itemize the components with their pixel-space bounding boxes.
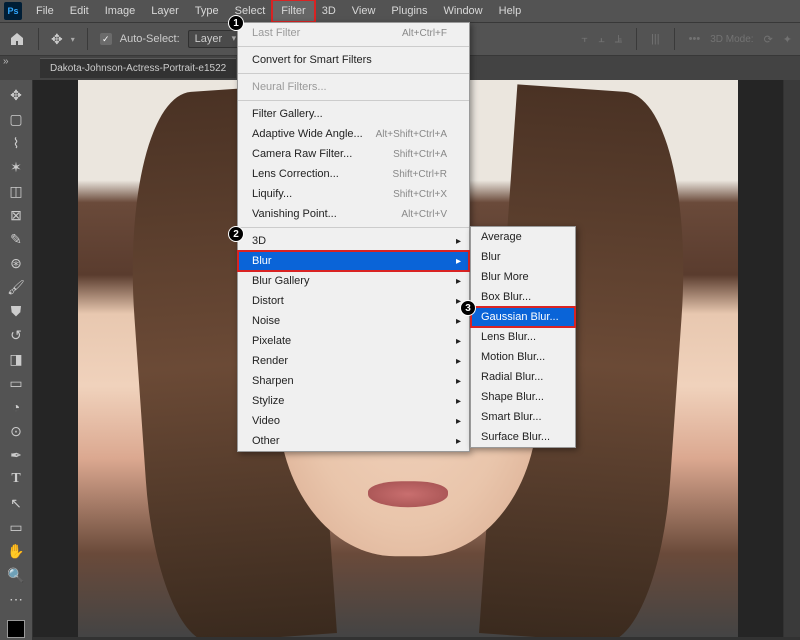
mi-noise[interactable]: Noise bbox=[238, 311, 469, 331]
separator bbox=[636, 28, 637, 50]
menu-window[interactable]: Window bbox=[436, 1, 491, 21]
path-tool[interactable]: ↖ bbox=[3, 492, 29, 514]
mi-camera-raw[interactable]: Camera Raw Filter...Shift+Ctrl+A bbox=[238, 144, 469, 164]
align-icon[interactable]: ⫡ bbox=[615, 33, 622, 46]
menu-image[interactable]: Image bbox=[97, 1, 144, 21]
orbit-icon[interactable]: ⟳ bbox=[764, 33, 773, 46]
mi-render[interactable]: Render bbox=[238, 351, 469, 371]
image-content bbox=[368, 481, 448, 507]
mi-blur-more[interactable]: Blur More bbox=[471, 267, 575, 287]
mi-sharpen[interactable]: Sharpen bbox=[238, 371, 469, 391]
align-icon[interactable]: ⫠ bbox=[598, 33, 605, 46]
mi-shape-blur[interactable]: Shape Blur... bbox=[471, 387, 575, 407]
mi-neural[interactable]: Neural Filters... bbox=[238, 77, 469, 97]
separator bbox=[87, 28, 88, 50]
mi-lens[interactable]: Lens Correction...Shift+Ctrl+R bbox=[238, 164, 469, 184]
menu-view[interactable]: View bbox=[344, 1, 384, 21]
document-tab[interactable]: Dakota-Johnson-Actress-Portrait-e1522 bbox=[40, 58, 236, 78]
mode-label: 3D Mode: bbox=[710, 34, 753, 45]
mi-adaptive[interactable]: Adaptive Wide Angle...Alt+Shift+Ctrl+A bbox=[238, 124, 469, 144]
mi-blur[interactable]: Blur bbox=[238, 251, 469, 271]
annotation-badge-2: 2 bbox=[228, 226, 244, 242]
annotation-badge-1: 1 bbox=[228, 15, 244, 31]
mi-radial-blur[interactable]: Radial Blur... bbox=[471, 367, 575, 387]
mi-liquify[interactable]: Liquify...Shift+Ctrl+X bbox=[238, 184, 469, 204]
blur-submenu: Average Blur Blur More Box Blur... Gauss… bbox=[470, 226, 576, 448]
move-tool[interactable]: ✥ bbox=[3, 84, 29, 106]
mi-filter-gallery[interactable]: Filter Gallery... bbox=[238, 104, 469, 124]
hand-tool[interactable]: ✋ bbox=[3, 540, 29, 562]
menu-filter[interactable]: Filter bbox=[273, 1, 313, 21]
mi-gaussian-blur[interactable]: Gaussian Blur... bbox=[471, 307, 575, 327]
mi-last-filter[interactable]: Last FilterAlt+Ctrl+F bbox=[238, 23, 469, 43]
mi-3d[interactable]: 3D bbox=[238, 231, 469, 251]
mi-box-blur[interactable]: Box Blur... bbox=[471, 287, 575, 307]
mi-video[interactable]: Video bbox=[238, 411, 469, 431]
marquee-tool[interactable]: ▢ bbox=[3, 108, 29, 130]
type-tool[interactable]: T bbox=[3, 468, 29, 490]
crop-tool[interactable]: ◫ bbox=[3, 180, 29, 202]
wand-tool[interactable]: ✶ bbox=[3, 156, 29, 178]
history-tool[interactable]: ↺ bbox=[3, 324, 29, 346]
menu-3d[interactable]: 3D bbox=[314, 1, 344, 21]
menu-edit[interactable]: Edit bbox=[62, 1, 97, 21]
eraser-tool[interactable]: ◨ bbox=[3, 348, 29, 370]
layer-dropdown[interactable]: Layer bbox=[188, 30, 242, 48]
mi-blur-gallery[interactable]: Blur Gallery bbox=[238, 271, 469, 291]
menu-type[interactable]: Type bbox=[187, 1, 227, 21]
annotation-badge-3: 3 bbox=[460, 300, 476, 316]
mi-distort[interactable]: Distort bbox=[238, 291, 469, 311]
mi-vanishing[interactable]: Vanishing Point...Alt+Ctrl+V bbox=[238, 204, 469, 224]
mi-convert-smart[interactable]: Convert for Smart Filters bbox=[238, 50, 469, 70]
tools-panel: ✥ ▢ ⌇ ✶ ◫ ⊠ ✎ ⊛ 🖌 ⛊ ↺ ◨ ▭ ◔ ⊙ ✒ T ↖ ▭ ✋ … bbox=[0, 80, 32, 640]
mi-motion-blur[interactable]: Motion Blur... bbox=[471, 347, 575, 367]
mi-stylize[interactable]: Stylize bbox=[238, 391, 469, 411]
lasso-tool[interactable]: ⌇ bbox=[3, 132, 29, 154]
separator bbox=[38, 28, 39, 50]
mi-pixelate[interactable]: Pixelate bbox=[238, 331, 469, 351]
more-tools[interactable]: ⋯ bbox=[3, 588, 29, 610]
home-icon[interactable] bbox=[8, 30, 26, 48]
menu-help[interactable]: Help bbox=[491, 1, 530, 21]
pen-tool[interactable]: ✒ bbox=[3, 444, 29, 466]
menu-layer[interactable]: Layer bbox=[143, 1, 187, 21]
menu-file[interactable]: File bbox=[28, 1, 62, 21]
auto-select-checkbox[interactable]: ✓ bbox=[100, 33, 112, 45]
mi-lens-blur[interactable]: Lens Blur... bbox=[471, 327, 575, 347]
frame-tool[interactable]: ⊠ bbox=[3, 204, 29, 226]
blur-tool[interactable]: ◔ bbox=[3, 396, 29, 418]
shape-tool[interactable]: ▭ bbox=[3, 516, 29, 538]
align-icon[interactable]: ⫟ bbox=[581, 33, 588, 46]
more-icon[interactable]: ••• bbox=[689, 33, 701, 45]
heal-tool[interactable]: ⊛ bbox=[3, 252, 29, 274]
stamp-tool[interactable]: ⛊ bbox=[3, 300, 29, 322]
right-panel-dock[interactable] bbox=[784, 80, 800, 637]
zoom-tool[interactable]: 🔍 bbox=[3, 564, 29, 586]
eyedropper-tool[interactable]: ✎ bbox=[3, 228, 29, 250]
overflow-icon[interactable]: » bbox=[3, 56, 9, 67]
gradient-tool[interactable]: ▭ bbox=[3, 372, 29, 394]
auto-select-label: Auto-Select: bbox=[120, 33, 180, 45]
app-logo: Ps bbox=[4, 2, 22, 20]
filter-dropdown: Last FilterAlt+Ctrl+F Convert for Smart … bbox=[237, 22, 470, 452]
gear-icon[interactable]: ✦ bbox=[783, 33, 792, 46]
mi-surface-blur[interactable]: Surface Blur... bbox=[471, 427, 575, 447]
distribute-icon[interactable]: ||| bbox=[651, 33, 660, 45]
mi-blur[interactable]: Blur bbox=[471, 247, 575, 267]
chevron-down-icon: ▾ bbox=[71, 35, 75, 44]
separator bbox=[674, 28, 675, 50]
move-tool-icon: ✥ bbox=[51, 31, 63, 48]
menu-plugins[interactable]: Plugins bbox=[383, 1, 435, 21]
foreground-swatch[interactable] bbox=[7, 620, 25, 638]
mi-other[interactable]: Other bbox=[238, 431, 469, 451]
mi-average[interactable]: Average bbox=[471, 227, 575, 247]
dodge-tool[interactable]: ⊙ bbox=[3, 420, 29, 442]
mi-smart-blur[interactable]: Smart Blur... bbox=[471, 407, 575, 427]
brush-tool[interactable]: 🖌 bbox=[3, 276, 29, 298]
